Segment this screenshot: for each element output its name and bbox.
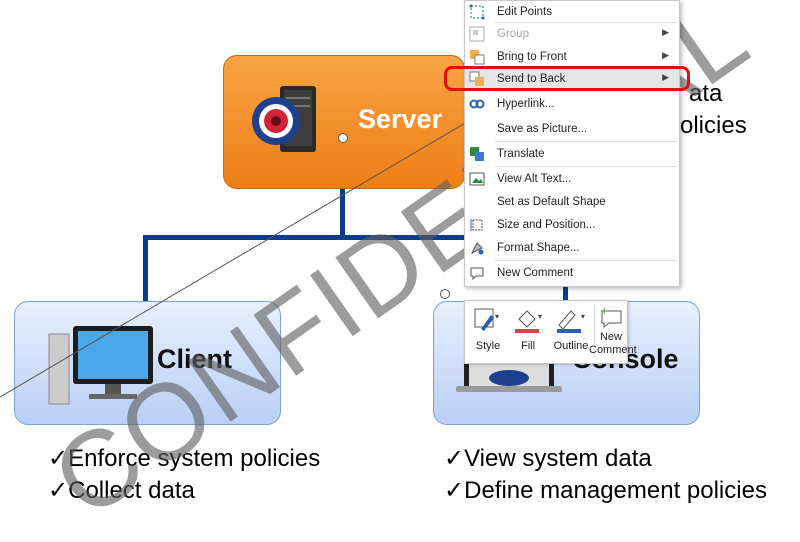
svg-text:▾: ▾: [581, 312, 585, 321]
checkmark: ✓: [444, 477, 465, 504]
console-bullet-1: ✓View system data: [444, 445, 652, 472]
menu-item-size-and-position[interactable]: Size and Position...: [465, 214, 679, 237]
fill-button[interactable]: ▾ Fill: [509, 301, 547, 361]
submenu-arrow-icon: ▶: [662, 50, 669, 60]
server-icon: [252, 86, 316, 152]
menu-separator: [495, 141, 677, 142]
svg-text:+: +: [600, 306, 608, 317]
format-shape-icon: [470, 242, 484, 255]
menu-item-group[interactable]: Group ▶: [465, 23, 679, 46]
edit-points-icon: [469, 4, 485, 20]
style-button[interactable]: ▾ Style: [469, 301, 507, 361]
menu-item-format-shape[interactable]: Format Shape...: [465, 237, 679, 260]
menu-item-set-default-shape[interactable]: Set as Default Shape: [465, 191, 679, 214]
menu-item-edit-points[interactable]: Edit Points: [465, 1, 679, 24]
hyperlink-icon: [469, 99, 485, 109]
outline-pen-icon: ▾: [557, 310, 585, 333]
group-icon: [469, 26, 485, 42]
send-to-back-highlight: [444, 66, 690, 91]
new-comment-icon: +: [600, 306, 622, 329]
context-menu: Edit Points Group ▶ Bring to Front ▶ Sen…: [464, 0, 680, 287]
server-label: Server: [358, 104, 443, 134]
connector-vertical-client: [143, 235, 148, 303]
bring-to-front-icon: [470, 50, 485, 65]
new-comment-button[interactable]: + New Comment: [589, 301, 637, 361]
menu-separator: [495, 166, 677, 167]
new-comment-icon: [470, 267, 484, 281]
alt-text-icon: [469, 172, 485, 186]
menu-item-hyperlink[interactable]: Hyperlink...: [465, 93, 679, 116]
size-position-icon: [470, 219, 483, 231]
outline-button[interactable]: ▾ Outline: [549, 301, 593, 361]
menu-item-view-alt-text[interactable]: View Alt Text...: [465, 168, 679, 191]
console-laptop-icon: [456, 352, 562, 392]
svg-text:▾: ▾: [495, 312, 499, 321]
menu-item-save-as-picture[interactable]: Save as Picture...: [465, 118, 679, 141]
shape-handle[interactable]: [338, 133, 348, 143]
menu-separator: [495, 260, 677, 261]
mini-toolbar: ▾ Style ▾ Fill ▾ Outline + New Comment: [464, 300, 637, 364]
menu-item-new-comment[interactable]: New Comment: [465, 262, 679, 285]
menu-item-translate[interactable]: Translate: [465, 143, 679, 166]
translate-icon: [470, 147, 484, 161]
submenu-arrow-icon: ▶: [662, 27, 669, 37]
style-brush-icon: ▾: [474, 308, 499, 331]
console-bullet-2: ✓Define management policies: [444, 477, 767, 504]
checkmark: ✓: [444, 445, 465, 472]
svg-text:▾: ▾: [538, 312, 542, 321]
menu-separator: [495, 91, 677, 92]
fill-bucket-icon: ▾: [515, 310, 542, 333]
